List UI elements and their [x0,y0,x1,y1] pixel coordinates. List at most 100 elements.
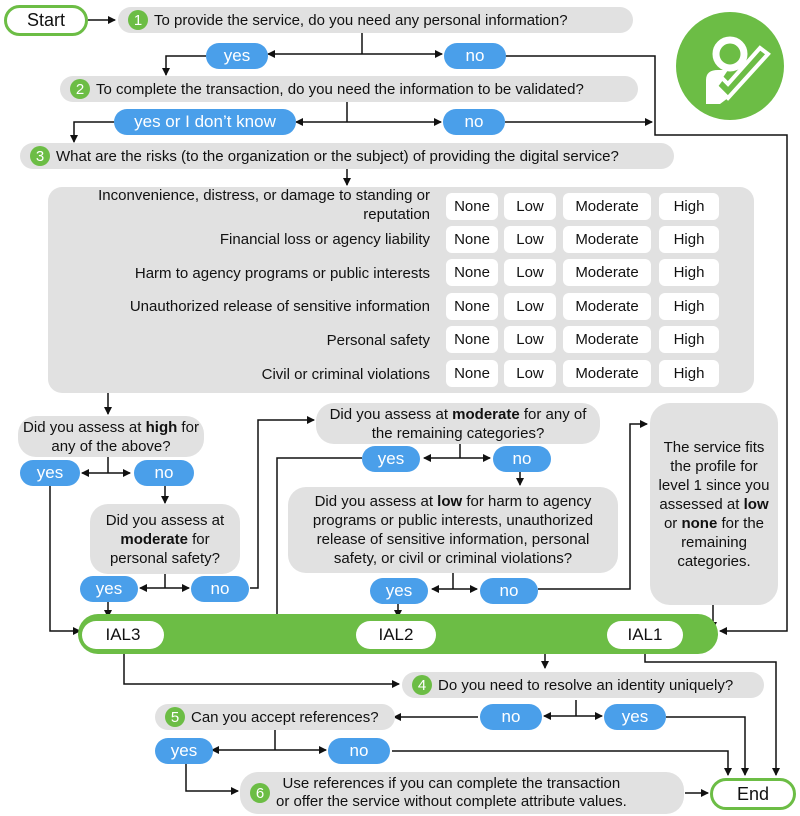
risk-option-high[interactable]: High [659,193,719,220]
risk-category-label: Financial loss or agency liability [219,231,430,248]
low-yes-button[interactable]: yes [370,578,428,604]
risk-option-none[interactable]: None [446,326,498,353]
high-question: Did you assess at high for any of the ab… [18,416,204,457]
question-5: 5 Can you accept references? [155,704,395,730]
risk-option-low[interactable]: Low [504,360,556,387]
ial2-result[interactable]: IAL2 [356,621,436,649]
risk-option-high[interactable]: High [659,226,719,253]
risk-option-low[interactable]: Low [504,326,556,353]
risk-option-low[interactable]: Low [504,259,556,286]
moderate-safety-question: Did you assess at moderate for personal … [90,504,240,574]
moderate-any-question: Did you assess at moderate for any of th… [316,403,600,444]
q5-yes-label: yes [170,741,198,760]
risk-option-moderate[interactable]: Moderate [563,226,651,253]
risk-option-none[interactable]: None [446,293,498,320]
moderate-safety-yes-label: yes [95,579,123,598]
ial2-label: IAL2 [378,625,414,644]
q5-no-button[interactable]: no [328,738,390,764]
q2-no-button[interactable]: no [443,109,505,135]
high-no-label: no [154,463,174,482]
low-no-button[interactable]: no [480,578,538,604]
q1-no-label: no [465,46,485,65]
risk-option-moderate[interactable]: Moderate [563,193,651,220]
question-1-text: To provide the service, do you need any … [154,11,568,29]
q1-yes-button[interactable]: yes [206,43,268,69]
moderate-any-no-button[interactable]: no [493,446,551,472]
question-6-line-2: or offer the service without complete at… [276,793,627,810]
moderate-safety-no-label: no [210,579,230,598]
step-number-3: 3 [30,146,50,166]
end-label: End [736,783,770,804]
q2-yes-label: yes or I don’t know [134,112,276,131]
risk-category-label: Civil or criminal violations [261,366,430,383]
risk-category-label: Personal safety [326,332,430,349]
risk-option-low[interactable]: Low [504,226,556,253]
moderate-any-text: Did you assess at moderate for any of th… [329,405,587,442]
ial3-result[interactable]: IAL3 [82,621,164,649]
risk-option-high[interactable]: High [659,326,719,353]
high-question-text: Did you assess at high for any of the ab… [23,418,199,455]
ial1-result[interactable]: IAL1 [607,621,683,649]
step-number-5: 5 [165,707,185,727]
question-6-line-1: Use references if you can complete the t… [282,775,621,792]
step-number-4: 4 [412,675,432,695]
q2-no-label: no [464,112,484,131]
risk-option-moderate[interactable]: Moderate [563,259,651,286]
risk-option-low[interactable]: Low [504,193,556,220]
risk-option-none[interactable]: None [446,226,498,253]
question-5-text: Can you accept references? [191,708,379,726]
start-terminal: Start [4,5,88,36]
end-terminal: End [710,778,796,810]
q1-yes-label: yes [223,46,251,65]
ial3-label: IAL3 [105,625,141,644]
level-1-note: The service fits the profile for level 1… [650,403,778,605]
step-number-1: 1 [128,10,148,30]
question-2-text: To complete the transaction, do you need… [96,80,584,98]
risk-option-low[interactable]: Low [504,293,556,320]
high-no-button[interactable]: no [134,460,194,486]
low-question-text: Did you assess at low for harm to agency… [312,493,594,567]
q1-no-button[interactable]: no [444,43,506,69]
moderate-safety-text: Did you assess at moderate for personal … [105,511,225,567]
question-6: 6 Use references if you can complete the… [240,772,684,814]
risk-category-label: Harm to agency programs or public intere… [134,265,430,282]
risk-option-moderate[interactable]: Moderate [563,293,651,320]
risk-option-high[interactable]: High [659,360,719,387]
question-4-text: Do you need to resolve an identity uniqu… [438,676,734,694]
ial1-label: IAL1 [627,625,663,644]
risk-option-none[interactable]: None [446,360,498,387]
q2-yes-button[interactable]: yes or I don’t know [114,109,296,135]
risk-option-moderate[interactable]: Moderate [563,360,651,387]
low-question: Did you assess at low for harm to agency… [288,487,618,573]
q4-yes-label: yes [621,707,649,726]
risk-category-label: Unauthorized release of sensitive inform… [129,298,430,315]
step-number-6: 6 [250,783,270,803]
high-yes-button[interactable]: yes [20,460,80,486]
high-yes-label: yes [36,463,64,482]
low-yes-label: yes [385,581,413,600]
person-check-icon [676,12,784,120]
moderate-any-no-label: no [512,449,532,468]
q5-no-label: no [349,741,369,760]
question-4: 4 Do you need to resolve an identity uni… [402,672,764,698]
q4-yes-button[interactable]: yes [604,704,666,730]
moderate-safety-no-button[interactable]: no [191,576,249,602]
risk-option-none[interactable]: None [446,259,498,286]
risk-option-none[interactable]: None [446,193,498,220]
question-1: 1 To provide the service, do you need an… [118,7,633,33]
q4-no-label: no [501,707,521,726]
moderate-any-yes-label: yes [377,449,405,468]
moderate-safety-yes-button[interactable]: yes [80,576,138,602]
risk-option-high[interactable]: High [659,259,719,286]
question-6-text: Use references if you can complete the t… [276,775,627,811]
level-1-note-text: The service fits the profile for level 1… [658,438,770,570]
question-3: 3 What are the risks (to the organizatio… [20,143,674,169]
question-3-text: What are the risks (to the organization … [56,147,619,165]
risk-option-moderate[interactable]: Moderate [563,326,651,353]
moderate-any-yes-button[interactable]: yes [362,446,420,472]
q4-no-button[interactable]: no [480,704,542,730]
risk-category-label: Inconvenience, distress, or damage to st… [98,187,430,223]
risk-option-high[interactable]: High [659,293,719,320]
q5-yes-button[interactable]: yes [155,738,213,764]
low-no-label: no [499,581,519,600]
